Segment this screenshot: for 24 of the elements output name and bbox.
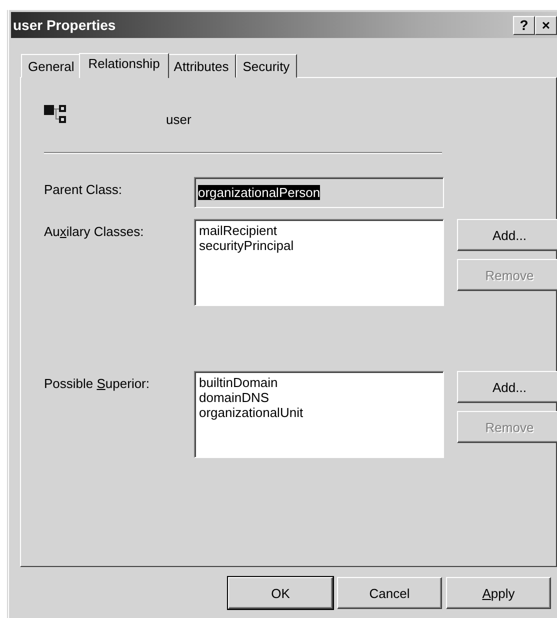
add-button[interactable]: Add...: [457, 371, 557, 403]
help-button[interactable]: ?: [513, 16, 535, 34]
list-item[interactable]: organizationalUnit: [199, 405, 439, 420]
list-box[interactable]: builtinDomain domainDNS organizationalUnit: [194, 371, 444, 458]
class-name: user: [166, 112, 192, 126]
list-item[interactable]: builtinDomain: [199, 375, 439, 390]
window-title: user Properties: [13, 17, 117, 33]
tab[interactable]: Security: [236, 54, 297, 78]
add-button[interactable]: Add...: [457, 219, 557, 251]
close-button[interactable]: ×: [535, 16, 557, 34]
cancel-button[interactable]: Cancel: [337, 577, 442, 609]
list-label: Auxilary Classes:: [44, 223, 145, 239]
class-hierarchy-icon: [44, 103, 68, 125]
field-label: Parent Class:: [44, 181, 124, 197]
list-item[interactable]: mailRecipient: [199, 223, 439, 238]
ok-button[interactable]: OK: [228, 577, 333, 609]
tab[interactable]: Attributes: [166, 54, 236, 78]
tab[interactable]: General: [21, 54, 82, 78]
list-label: Possible Superior:: [44, 375, 150, 391]
list-box[interactable]: mailRecipient securityPrincipal: [194, 219, 444, 306]
apply-button[interactable]: Apply: [446, 577, 551, 609]
list-item[interactable]: securityPrincipal: [199, 238, 439, 253]
tab[interactable]: Relationship: [79, 53, 169, 78]
list-item[interactable]: domainDNS: [199, 390, 439, 405]
